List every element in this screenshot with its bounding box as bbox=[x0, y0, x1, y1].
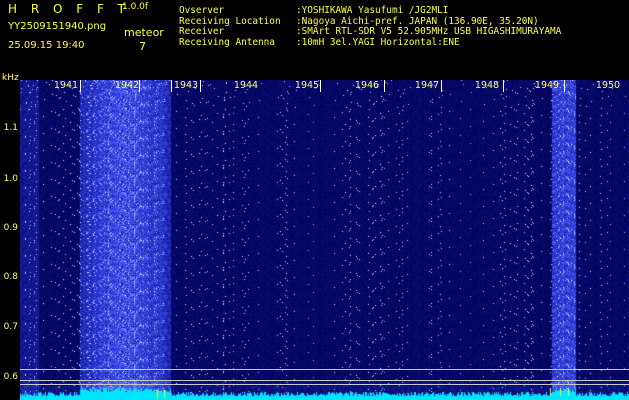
info-values: :YOSHIKAWA Yasufumi /JG2MLI :Nagoya Aich… bbox=[296, 5, 561, 48]
x-tick-mark bbox=[441, 80, 442, 92]
y-tick-label: 0.6 bbox=[3, 372, 18, 382]
hrofft-window: H R O F F T 1.0.0f YY2509151940.png 25.0… bbox=[0, 0, 629, 400]
info-key-antenna: Receiving Antenna bbox=[179, 36, 275, 48]
x-tick-mark bbox=[80, 80, 81, 92]
y-tick-label: 1.1 bbox=[3, 123, 18, 133]
x-tick-label: 1942 bbox=[114, 80, 140, 91]
app-title: H R O F F T bbox=[8, 2, 131, 16]
x-tick-mark bbox=[320, 80, 321, 92]
y-tick-label: 0.9 bbox=[3, 223, 18, 233]
info-key-observer: Ovserver bbox=[179, 5, 225, 16]
date-time: 25.09.15 19:40 bbox=[8, 40, 85, 51]
frequency-marker-line bbox=[20, 369, 629, 370]
info-keys: Ovserver Receiving Location Receiver Rec… bbox=[179, 5, 281, 48]
y-tick-label: 1.0 bbox=[3, 174, 18, 184]
x-tick-label: 1949 bbox=[534, 80, 560, 91]
axis-unit-label: kHz bbox=[2, 73, 19, 83]
info-value-observer: :YOSHIKAWA Yasufumi /JG2MLI bbox=[296, 5, 449, 16]
x-tick-label: 1950 bbox=[595, 80, 621, 91]
frequency-marker-line bbox=[20, 380, 629, 381]
x-tick-label: 1945 bbox=[294, 80, 320, 91]
x-tick-label: 1944 bbox=[233, 80, 259, 91]
x-tick-mark bbox=[171, 80, 172, 92]
info-value-antenna: :10mH 3el.YAGI Horizontal:ENE bbox=[296, 36, 460, 48]
x-tick-mark bbox=[384, 80, 385, 92]
x-tick-mark bbox=[564, 80, 565, 92]
y-tick-label: 0.8 bbox=[3, 272, 18, 282]
x-tick-label: 1943 bbox=[173, 80, 199, 91]
x-tick-label: 1941 bbox=[53, 80, 79, 91]
app-version: 1.0.0f bbox=[122, 2, 149, 12]
x-tick-mark bbox=[139, 80, 140, 92]
spectrogram-canvas bbox=[20, 80, 629, 400]
x-tick-label: 1946 bbox=[354, 80, 380, 91]
x-tick-mark bbox=[503, 80, 504, 92]
meteor-count: 7 bbox=[139, 40, 146, 53]
frequency-marker-line bbox=[20, 384, 629, 385]
x-tick-label: 1947 bbox=[414, 80, 440, 91]
y-tick-label: 0.7 bbox=[3, 322, 18, 332]
file-name: YY2509151940.png bbox=[8, 21, 107, 32]
meteor-label: meteor bbox=[124, 26, 164, 39]
x-tick-label: 1948 bbox=[474, 80, 500, 91]
x-tick-mark bbox=[200, 80, 201, 92]
